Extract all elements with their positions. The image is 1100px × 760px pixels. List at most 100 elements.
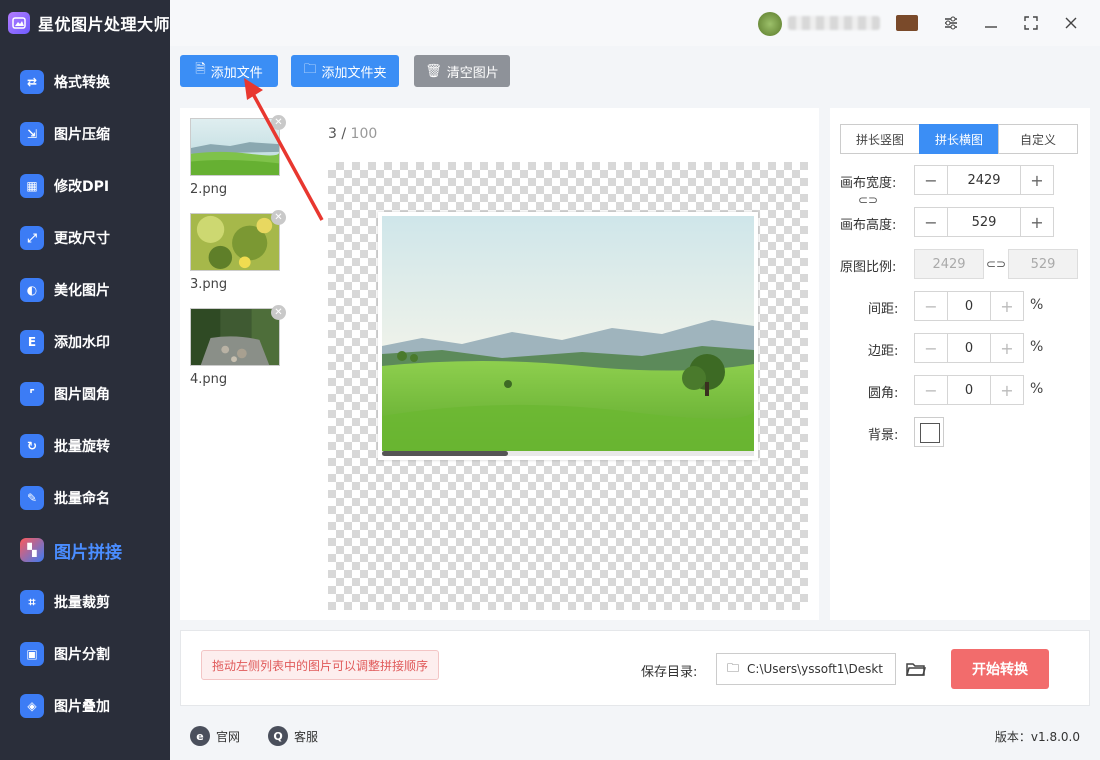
sidebar-item-compress[interactable]: ⇲ 图片压缩: [0, 108, 170, 160]
sidebar-item-watermark[interactable]: E 添加水印: [0, 316, 170, 368]
remove-image-icon[interactable]: ✕: [271, 115, 286, 130]
increment-button[interactable]: +: [991, 292, 1023, 320]
sidebar-item-format-convert[interactable]: ⇄ 格式转换: [0, 56, 170, 108]
minimize-icon[interactable]: [978, 10, 1004, 36]
sidebar-item-rotate[interactable]: ↻ 批量旋转: [0, 420, 170, 472]
canvas-width-value[interactable]: 2429: [947, 166, 1021, 194]
decrement-button[interactable]: −: [915, 334, 947, 362]
overlay-icon: ◈: [20, 694, 44, 718]
chat-icon: Q: [268, 726, 288, 746]
thumbnail-list: ✕ 2.png ✕ 3.png ✕ 4.png: [190, 115, 290, 403]
link-icon[interactable]: ⊂⊃: [858, 193, 878, 207]
image-convert-icon: ⇄: [20, 70, 44, 94]
decrement-button[interactable]: −: [915, 292, 947, 320]
increment-button[interactable]: +: [991, 334, 1023, 362]
sidebar-item-beautify[interactable]: ◐ 美化图片: [0, 264, 170, 316]
sidebar-item-label: 更改尺寸: [54, 231, 110, 247]
page-counter: 3 / 100: [328, 126, 377, 142]
sidebar-item-label: 美化图片: [54, 283, 110, 299]
list-item[interactable]: ✕ 2.png: [190, 115, 290, 197]
sidebar-item-crop[interactable]: ⌗ 批量裁剪: [0, 576, 170, 628]
toolbar: 🗎 添加文件 🗀 添加文件夹 🗑 清空图片: [170, 46, 1100, 96]
ratio-label: 原图比例:: [840, 260, 897, 275]
bottom-bar: 拖动左侧列表中的图片可以调整拼接顺序 保存目录: 🗀 C:\Users\ysso…: [180, 630, 1090, 706]
maximize-icon[interactable]: [1018, 10, 1044, 36]
app-title: 星优图片处理大师: [38, 15, 171, 34]
beautify-icon: ◐: [20, 278, 44, 302]
thumbnail-filename: 4.png: [190, 372, 228, 387]
remove-image-icon[interactable]: ✕: [271, 305, 286, 320]
add-folder-label: 添加文件夹: [321, 65, 387, 81]
save-directory-label: 保存目录:: [641, 665, 698, 680]
decrement-button[interactable]: −: [915, 166, 947, 194]
canvas-height-value[interactable]: 529: [947, 208, 1021, 236]
sidebar-item-stitch[interactable]: ▚ 图片拼接: [0, 524, 170, 576]
settings-sliders-icon[interactable]: [938, 10, 964, 36]
add-file-button[interactable]: 🗎 添加文件: [180, 55, 278, 87]
browser-icon: e: [190, 726, 210, 746]
radius-value[interactable]: 0: [947, 376, 991, 404]
watermark-icon: E: [20, 330, 44, 354]
vip-badge-icon: [896, 15, 918, 31]
increment-button[interactable]: +: [1021, 166, 1053, 194]
percent-unit: %: [1030, 339, 1044, 355]
sidebar-item-label: 批量命名: [54, 491, 110, 507]
decrement-button[interactable]: −: [915, 208, 947, 236]
spacing-value[interactable]: 0: [947, 292, 991, 320]
brand: 星优图片处理大师: [0, 0, 170, 46]
sidebar-item-label: 图片压缩: [54, 127, 110, 143]
page-separator: /: [336, 126, 351, 142]
add-folder-button[interactable]: 🗀 添加文件夹: [291, 55, 399, 87]
file-panel: ✕ 2.png ✕ 3.png ✕ 4.png 3 / 100: [180, 108, 819, 620]
clear-images-button[interactable]: 🗑 清空图片: [414, 55, 510, 87]
thumbnail-image: [190, 308, 280, 366]
sidebar-item-label: 图片叠加: [54, 699, 110, 715]
thumbnail-image: [190, 118, 280, 176]
sidebar-item-split[interactable]: ▣ 图片分割: [0, 628, 170, 680]
clear-images-label: 清空图片: [446, 65, 499, 81]
close-icon[interactable]: [1058, 10, 1084, 36]
folder-icon: 🗀: [303, 62, 317, 77]
user-name-blurred: [788, 16, 880, 30]
save-directory-input[interactable]: 🗀 C:\Users\yssoft1\Deskt: [716, 653, 896, 685]
decrement-button[interactable]: −: [915, 376, 947, 404]
app-logo-icon: [8, 12, 30, 34]
customer-service-link[interactable]: Q 客服: [268, 726, 318, 746]
browse-folder-icon[interactable]: [903, 657, 929, 681]
footer: e 官网 Q 客服 版本：v1.8.0.0: [170, 716, 1100, 760]
preview-image: [378, 212, 758, 460]
ratio-height-field: 529: [1008, 249, 1078, 279]
margin-value[interactable]: 0: [947, 334, 991, 362]
sidebar-item-overlay[interactable]: ◈ 图片叠加: [0, 680, 170, 732]
sidebar-item-rounded-corner[interactable]: ⌜ 图片圆角: [0, 368, 170, 420]
tab-horizontal[interactable]: 拼长横图: [919, 124, 999, 154]
tab-custom[interactable]: 自定义: [998, 124, 1078, 154]
image-compress-icon: ⇲: [20, 122, 44, 146]
main-area: 🗎 添加文件 🗀 添加文件夹 🗑 清空图片 ✕ 2.png ✕ 3.png ✕ …: [170, 0, 1100, 760]
sidebar-item-rename[interactable]: ✎ 批量命名: [0, 472, 170, 524]
sidebar-item-resize[interactable]: ⤢ 更改尺寸: [0, 212, 170, 264]
sidebar-item-label: 添加水印: [54, 335, 110, 351]
link-icon[interactable]: ⊂⊃: [986, 257, 1006, 271]
start-convert-button[interactable]: 开始转换: [951, 649, 1049, 689]
increment-button[interactable]: +: [1021, 208, 1053, 236]
sidebar-item-label: 图片分割: [54, 647, 110, 663]
customer-service-label: 客服: [294, 729, 319, 744]
background-color-picker[interactable]: [914, 417, 944, 447]
sidebar-item-label: 批量裁剪: [54, 595, 110, 611]
page-current: 3: [328, 126, 337, 142]
scrollbar-thumb[interactable]: [382, 451, 508, 456]
list-item[interactable]: ✕ 4.png: [190, 305, 290, 387]
list-item[interactable]: ✕ 3.png: [190, 210, 290, 292]
sidebar-item-dpi[interactable]: ▦ 修改DPI: [0, 160, 170, 212]
remove-image-icon[interactable]: ✕: [271, 210, 286, 225]
website-label: 官网: [216, 729, 241, 744]
sidebar: 星优图片处理大师 ⇄ 格式转换 ⇲ 图片压缩 ▦ 修改DPI ⤢ 更改尺寸 ◐ 美化图片 …: [0, 0, 170, 760]
margin-stepper: − 0 +: [914, 333, 1024, 363]
avatar[interactable]: [758, 12, 782, 36]
increment-button[interactable]: +: [991, 376, 1023, 404]
tab-vertical[interactable]: 拼长竖图: [840, 124, 920, 154]
rounded-corner-icon: ⌜: [20, 382, 44, 406]
thumbnail-filename: 3.png: [190, 277, 228, 292]
website-link[interactable]: e 官网: [190, 726, 240, 746]
